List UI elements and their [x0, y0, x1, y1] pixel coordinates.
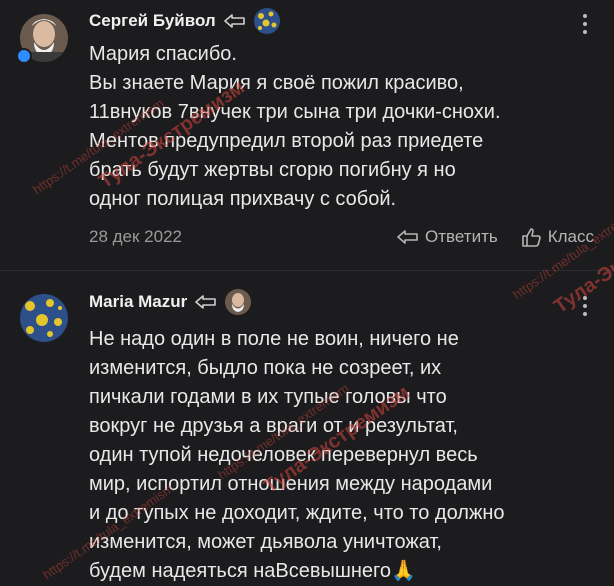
- reply-to-icon: [195, 294, 217, 310]
- watermark-url: https://t.me/tula_extremism: [510, 200, 614, 303]
- online-indicator: [16, 48, 32, 64]
- reply-icon: [397, 230, 418, 244]
- like-button[interactable]: Класс: [520, 226, 594, 248]
- comment-date: 28 дек 2022: [89, 227, 182, 246]
- thumbs-up-icon: [521, 228, 541, 247]
- comment-text: Не надо один в поле не воин, ничего не и…: [89, 328, 505, 582]
- author-name[interactable]: Сергей Буйвол: [89, 11, 216, 31]
- comment-divider: [0, 270, 614, 271]
- reply-button[interactable]: Ответить: [397, 227, 498, 247]
- more-options-icon[interactable]: [582, 14, 588, 34]
- comment-header: Maria Mazur: [89, 289, 252, 315]
- author-name[interactable]: Maria Mazur: [89, 292, 187, 312]
- comment-header: Сергей Буйвол: [89, 8, 280, 34]
- comment-meta: 28 дек 2022 Ответить Класс: [89, 226, 594, 248]
- more-options-icon[interactable]: [582, 296, 588, 316]
- comment-text: Мария спасибо. Вы знаете Мария я своё по…: [89, 43, 501, 210]
- reply-to-icon: [223, 13, 246, 29]
- reply-to-avatar[interactable]: [225, 289, 252, 315]
- avatar-maria[interactable]: [20, 294, 68, 342]
- reply-to-avatar[interactable]: [253, 8, 280, 34]
